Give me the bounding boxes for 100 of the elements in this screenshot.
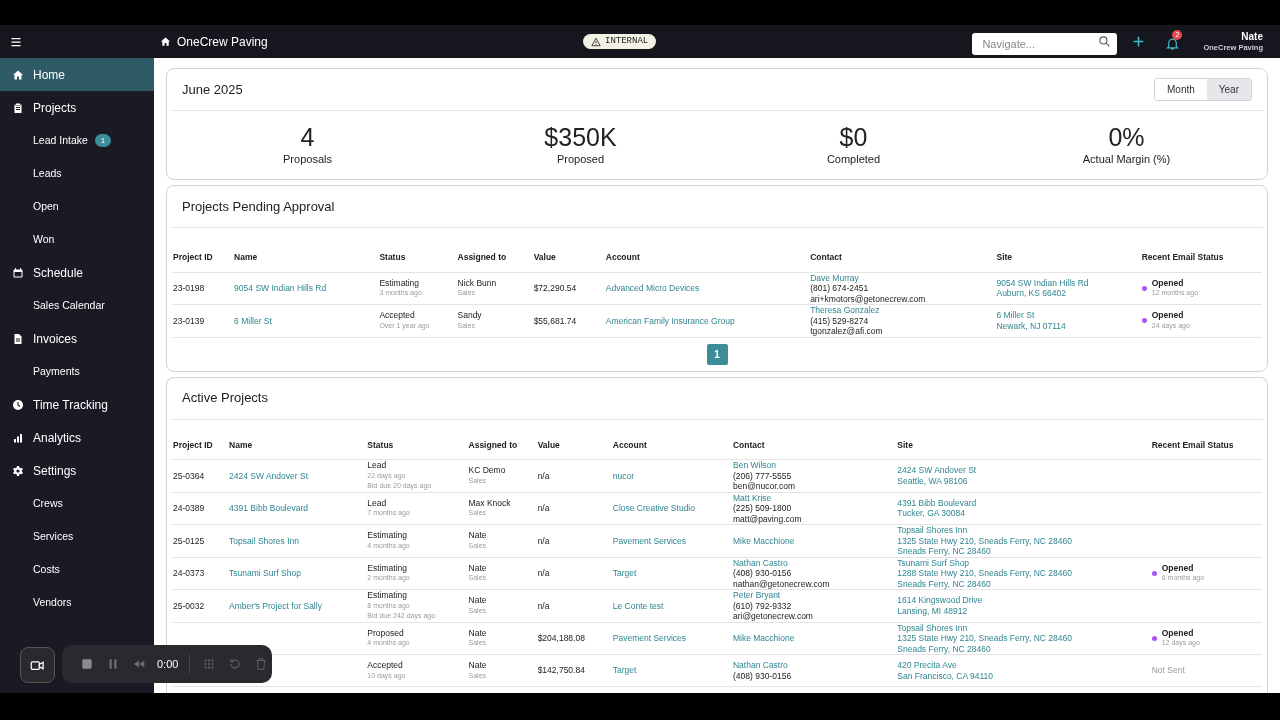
site-link[interactable]: Topsail Shores Inn xyxy=(897,622,1150,633)
project-value: n/a xyxy=(537,568,550,578)
site-link[interactable]: San Francisco, CA 94110 xyxy=(897,670,1150,681)
contact-link[interactable]: Mike Macchione xyxy=(733,535,896,546)
site-link[interactable]: 420 Precita Ave xyxy=(897,660,1150,671)
contact-phone: (610) 792-9332 xyxy=(733,600,793,611)
project-link[interactable]: 9054 SW Indian Hills Rd xyxy=(234,283,327,293)
project-link[interactable]: Tsunami Surf Shop xyxy=(229,568,301,578)
email-status: Not Sent xyxy=(1151,665,1185,676)
project-link[interactable]: 2424 SW Andover St xyxy=(229,470,308,481)
project-link[interactable]: Topsail Shores Inn xyxy=(229,535,300,546)
assignee-name: Max Knock xyxy=(468,497,512,509)
site-link[interactable]: 6 Miller St xyxy=(996,310,1140,321)
period-toggle[interactable]: Year xyxy=(1206,79,1251,100)
account-link[interactable]: Le Conte test xyxy=(612,600,664,611)
site-link[interactable]: Sneads Ferry, NC 28460 xyxy=(897,578,1150,589)
site-link[interactable]: Tucker, GA 30084 xyxy=(897,508,1150,519)
site-link[interactable]: Sneads Ferry, NC 28460 xyxy=(897,546,1150,557)
account-link[interactable]: Target xyxy=(612,568,637,578)
sidebar-item[interactable]: Costs xyxy=(0,553,154,586)
column-header: Assigned to xyxy=(468,439,518,450)
site-link[interactable]: Tsunami Surf Shop xyxy=(897,557,1150,568)
account-link[interactable]: Pavement Services xyxy=(612,535,686,546)
assignee-name: Nate xyxy=(468,627,488,639)
site-link[interactable]: 9054 SW Indian Hills Rd xyxy=(996,277,1140,289)
stop-button[interactable] xyxy=(79,656,94,672)
status-text: Estimating xyxy=(379,277,421,289)
site-link[interactable]: 1325 State Hwy 210, Sneads Ferry, NC 28460 xyxy=(897,633,1150,644)
count-badge: 1 xyxy=(94,134,111,147)
email-status: Opened xyxy=(1151,310,1185,321)
plus-icon xyxy=(1131,35,1145,48)
sidebar-item[interactable]: Services xyxy=(0,520,154,553)
account-link[interactable]: nucor xyxy=(612,470,635,481)
contact-link[interactable]: Peter Bryant xyxy=(733,590,896,601)
sidebar-item[interactable]: Projects xyxy=(0,91,154,124)
site-link[interactable]: Newark, NJ 07114 xyxy=(996,320,1140,332)
site-link[interactable]: Auburn, KS 66402 xyxy=(996,288,1140,299)
assignee-name: Nick Bunn xyxy=(457,277,498,289)
contact-link[interactable]: Dave Murray xyxy=(810,272,995,283)
sidebar-item[interactable]: Lead Intake 1 xyxy=(0,124,154,157)
sidebar-item[interactable]: Sales Calendar xyxy=(0,289,154,322)
sidebar-item[interactable]: Analytics xyxy=(0,421,154,454)
column-header: Contact xyxy=(733,439,765,450)
card-title: Active Projects xyxy=(182,389,268,408)
project-link[interactable]: 6 Miller St xyxy=(234,315,272,326)
sidebar-item[interactable]: Invoices xyxy=(0,322,154,355)
sidebar-item[interactable]: Leads xyxy=(0,157,154,190)
project-value: n/a xyxy=(537,535,550,546)
contact-link[interactable]: Matt Krise xyxy=(733,492,896,503)
contact-phone: (408) 930-0156 xyxy=(733,568,793,579)
grid-button[interactable] xyxy=(201,656,217,672)
sidebar-item[interactable]: Settings xyxy=(0,454,154,487)
page-button[interactable]: 1 xyxy=(706,343,728,365)
add-button[interactable] xyxy=(1131,34,1146,49)
site-link[interactable]: 2424 SW Andover St xyxy=(897,465,1150,476)
contact-link[interactable]: Nathan Castro xyxy=(733,660,896,671)
restart-button[interactable] xyxy=(227,656,243,672)
project-id: 23-0198 xyxy=(173,283,205,293)
contact-link[interactable]: Mike Macchione xyxy=(733,633,896,644)
column-header: Name xyxy=(234,252,258,263)
contact-link[interactable]: Ben Wilson xyxy=(733,460,896,471)
sidebar-item[interactable]: Home xyxy=(0,58,154,91)
stat-label: Proposed xyxy=(556,151,605,167)
contact-link[interactable]: Nathan Castro xyxy=(733,557,896,568)
assignee-name: Nate xyxy=(468,530,488,541)
sidebar-item[interactable]: Schedule xyxy=(0,256,154,289)
account-link[interactable]: Pavement Services xyxy=(612,633,686,643)
project-link[interactable]: Amber's Project for Sally xyxy=(229,600,322,611)
camera-button[interactable] xyxy=(20,647,55,683)
contact-email: matt@paving.com xyxy=(733,513,803,524)
account-link[interactable]: Target xyxy=(612,665,637,676)
site-link[interactable]: 4391 Bibb Boulevard xyxy=(897,497,1150,509)
sidebar-item[interactable]: Time Tracking xyxy=(0,388,154,421)
site-link[interactable]: Lansing, MI 48912 xyxy=(897,605,1150,617)
project-value: n/a xyxy=(537,470,550,481)
search-field[interactable]: Navigate... xyxy=(972,32,1118,55)
project-link[interactable]: 4391 Bibb Boulevard xyxy=(229,503,308,513)
project-value: n/a xyxy=(537,503,550,513)
site-link[interactable]: 1614 Kingswood Drive xyxy=(897,595,1150,606)
trash-button[interactable] xyxy=(253,656,269,672)
account-link[interactable]: Advanced Micro Devices xyxy=(605,283,700,293)
contact-link[interactable]: Theresa Gonzalez xyxy=(810,305,995,316)
sidebar-item[interactable]: Crews xyxy=(0,487,154,520)
site-link[interactable]: 1325 State Hwy 210, Sneads Ferry, NC 28460 xyxy=(897,535,1150,546)
account-link[interactable]: Close Creative Studio xyxy=(612,503,695,513)
project-id: 24-0373 xyxy=(173,568,205,578)
sidebar-item[interactable]: Vendors xyxy=(0,586,154,619)
grid-icon xyxy=(201,657,216,671)
site-link[interactable]: Seattle, WA 98106 xyxy=(897,475,1150,487)
sidebar-item[interactable]: Won xyxy=(0,223,154,256)
sidebar-item[interactable]: Payments xyxy=(0,355,154,388)
site-link[interactable]: Sneads Ferry, NC 28460 xyxy=(897,643,1150,654)
account-link[interactable]: American Family Insurance Group xyxy=(605,315,735,326)
status-text: Estimating xyxy=(367,530,409,541)
bar-chart-icon xyxy=(12,431,24,444)
status-text: Proposed xyxy=(367,627,405,639)
sidebar-item[interactable]: Open xyxy=(0,190,154,223)
column-header: Value xyxy=(533,252,556,263)
site-link[interactable]: Topsail Shores Inn xyxy=(897,525,1150,536)
site-link[interactable]: 1288 State Hwy 210, Sneads Ferry, NC 28460 xyxy=(897,568,1150,579)
